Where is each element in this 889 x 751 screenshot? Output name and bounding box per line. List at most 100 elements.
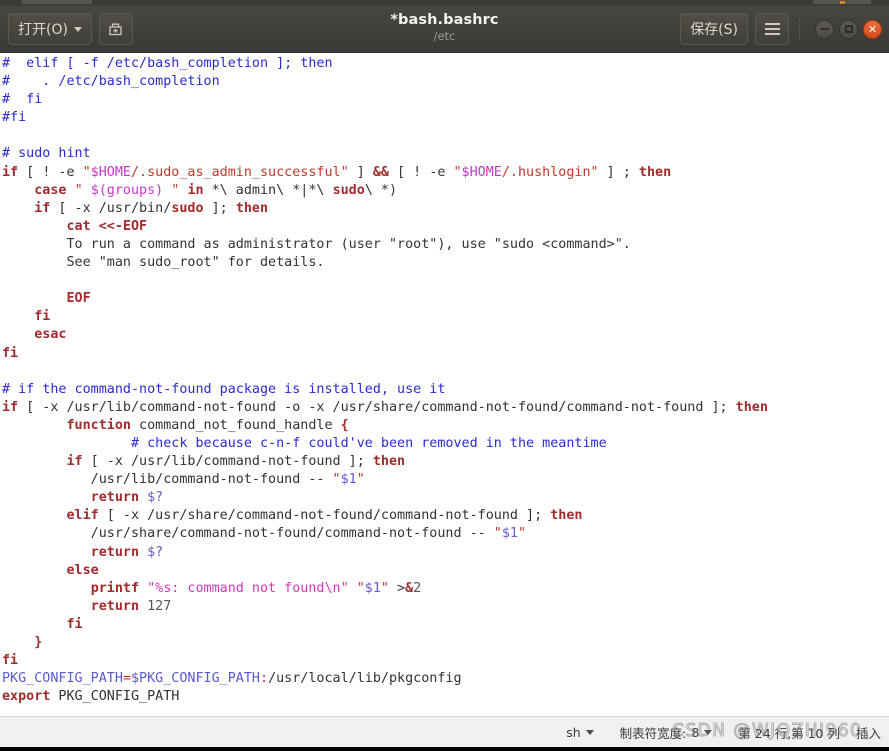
- code-token: /.hushlogin": [501, 164, 599, 180]
- code-token: =: [122, 671, 131, 687]
- menu-button[interactable]: [755, 13, 789, 45]
- code-line: printf "%s: command not found\n" "$1" >&…: [2, 580, 889, 598]
- code-line: # elif [ -f /etc/bash_completion ]; then: [2, 55, 889, 73]
- maximize-button[interactable]: [839, 19, 858, 39]
- code-token: export: [2, 689, 51, 705]
- code-line: #fi: [2, 109, 889, 127]
- status-bar-right-group: 第 24 行,第 10 列 插入: [738, 723, 881, 742]
- title-bar: 打开(O) *bash.bashrc /etc 保存(S) ✕: [0, 6, 889, 53]
- code-token: $?: [147, 544, 164, 560]
- code-line: # sudo hint: [2, 145, 889, 163]
- code-token: ": [356, 472, 365, 488]
- code-line: fi: [2, 345, 889, 363]
- code-line: function command_not_found_handle {: [2, 417, 889, 435]
- code-line: See "man sudo_root" for details.: [2, 254, 889, 272]
- code-token: :: [260, 671, 269, 687]
- code-token: &: [405, 580, 414, 596]
- code-line: if [ ! -e "$HOME/.sudo_as_admin_successf…: [2, 164, 889, 182]
- code-token: ": [74, 182, 91, 198]
- code-token: # elif [ -f /etc/bash_completion ]; then: [2, 56, 333, 71]
- title-bar-right-group: 保存(S) ✕: [680, 13, 889, 45]
- tab-width-value: 8: [691, 724, 700, 740]
- code-token: -e: [421, 164, 454, 180]
- open-button[interactable]: 打开(O): [8, 13, 92, 45]
- code-token: ": [517, 526, 527, 542]
- close-button[interactable]: ✕: [863, 19, 882, 39]
- code-token: $HOME: [461, 164, 502, 180]
- code-token: in: [187, 182, 204, 198]
- code-token: return: [90, 544, 140, 560]
- code-token: 127: [147, 598, 172, 614]
- code-token: EOF: [66, 291, 91, 307]
- code-token: $1: [340, 472, 357, 488]
- code-token: >: [388, 580, 406, 596]
- code-token: *\ admin\ *|*\: [203, 182, 333, 198]
- code-token: $?: [147, 490, 164, 506]
- code-line: fi: [2, 652, 889, 670]
- minimize-button[interactable]: [815, 19, 834, 39]
- code-token: $(groups): [90, 182, 164, 198]
- code-line: export PKG_CONFIG_PATH: [2, 688, 889, 706]
- code-token: [: [388, 164, 414, 180]
- code-token: case: [34, 182, 67, 198]
- code-token: fi: [2, 345, 19, 361]
- code-token: ] ;: [598, 164, 639, 180]
- hamburger-menu-icon: [764, 23, 780, 35]
- code-token: command_not_found_handle: [131, 417, 341, 433]
- background-window-indicator: [840, 1, 845, 4]
- titlebar-separator: [799, 18, 800, 40]
- code-token: PKG_CONFIG_PATH: [2, 671, 123, 687]
- tab-width-selector[interactable]: 制表符宽度: 8: [620, 723, 713, 742]
- code-line: if [ -x /usr/lib/command-not-found ]; th…: [2, 453, 889, 471]
- code-line: cat <<-EOF: [2, 218, 889, 236]
- code-line: # check because c-n-f could've been remo…: [2, 435, 889, 453]
- code-line: # . /etc/bash_completion: [2, 73, 889, 91]
- code-token: if: [2, 164, 19, 180]
- open-button-label: 打开(O): [18, 22, 68, 38]
- code-token: {: [340, 417, 349, 433]
- save-as-button[interactable]: [98, 13, 133, 45]
- code-token: # . /etc/bash_completion: [2, 74, 220, 90]
- code-token: if: [34, 200, 51, 216]
- code-token: sudo: [171, 200, 204, 216]
- code-token: \ *): [364, 182, 398, 198]
- code-line: return $?: [2, 544, 889, 562]
- code-token: return: [90, 598, 140, 614]
- save-button[interactable]: 保存(S): [680, 13, 748, 45]
- code-token: [ -x /usr/lib/command-not-found ];: [82, 454, 373, 470]
- code-token: then: [235, 200, 269, 216]
- code-line: fi: [2, 308, 889, 326]
- code-token: See "man sudo_root" for details.: [2, 255, 325, 271]
- code-token: fi: [34, 309, 51, 325]
- code-line: /usr/lib/command-not-found -- "$1": [2, 471, 889, 489]
- text-editor-area[interactable]: # elif [ -f /etc/bash_completion ]; then…: [0, 53, 889, 716]
- code-token: else: [66, 562, 99, 578]
- code-token: if: [66, 454, 83, 470]
- code-token: $PKG_CONFIG_PATH: [131, 671, 260, 687]
- code-line: # fi: [2, 91, 889, 109]
- code-line: }: [2, 634, 889, 652]
- code-token: PKG_CONFIG_PATH: [50, 689, 180, 705]
- status-bar: sh 制表符宽度: 8 第 24 行,第 10 列 插入: [0, 716, 889, 747]
- code-token: then: [372, 454, 406, 470]
- code-token: then: [638, 164, 672, 180]
- language-selector[interactable]: sh: [566, 725, 594, 740]
- code-token: then: [550, 508, 583, 524]
- code-line: # if the command-not-found package is in…: [2, 381, 889, 399]
- code-line: To run a command as administrator (user …: [2, 236, 889, 254]
- code-token: elif: [66, 508, 99, 524]
- tab-width-label: 制表符宽度:: [619, 725, 687, 741]
- code-token: cat <<-EOF: [66, 218, 148, 234]
- code-token: }: [34, 635, 43, 650]
